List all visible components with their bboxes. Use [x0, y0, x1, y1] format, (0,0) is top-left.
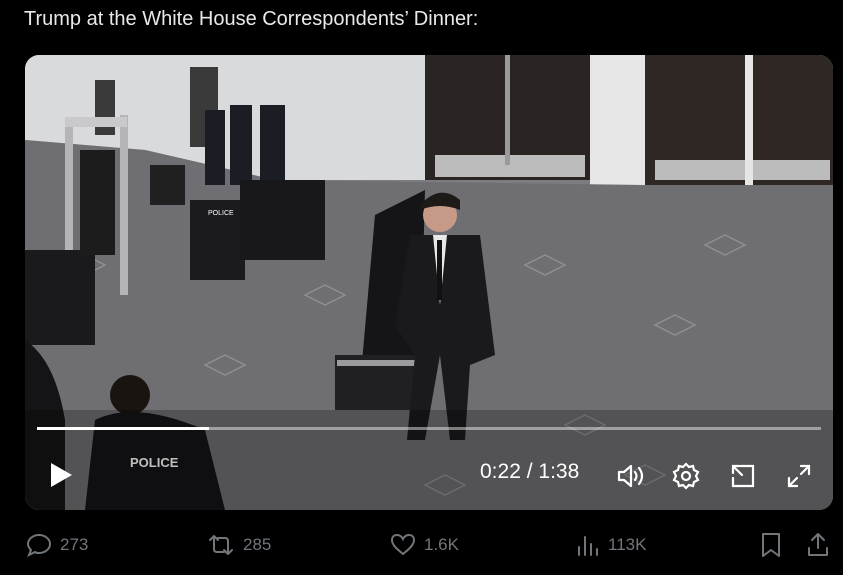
video-timestamp: 0:22 / 1:38	[480, 460, 579, 484]
like-button[interactable]: 1.6K	[390, 525, 459, 565]
share-icon	[808, 533, 828, 556]
repost-count: 285	[243, 535, 272, 554]
reply-icon	[26, 533, 52, 557]
bookmark-icon	[762, 533, 780, 557]
video-progress-fill	[37, 427, 210, 430]
views-count: 113K	[608, 535, 647, 554]
time-separator: /	[520, 460, 539, 483]
post-actions: 273 285 1.6K 113K	[0, 525, 843, 565]
views-button[interactable]: 113K	[576, 525, 646, 565]
picture-in-picture-button[interactable]	[725, 458, 761, 494]
video-player[interactable]: POLICE POLICE 0:22 / 1:38	[25, 55, 833, 510]
repost-button[interactable]: 285	[207, 525, 271, 565]
share-button[interactable]	[806, 525, 830, 565]
settings-icon	[672, 462, 700, 490]
repost-icon	[209, 535, 233, 555]
play-button[interactable]	[43, 455, 79, 495]
current-time: 0:22	[480, 460, 521, 483]
svg-text:POLICE: POLICE	[208, 210, 234, 217]
play-icon	[51, 463, 72, 487]
duration: 1:38	[538, 460, 580, 483]
reply-count: 273	[60, 535, 89, 554]
volume-icon	[617, 464, 644, 488]
fullscreen-button[interactable]	[781, 458, 817, 494]
reply-button[interactable]: 273	[26, 525, 88, 565]
heart-icon	[390, 533, 416, 556]
fullscreen-icon	[787, 464, 811, 488]
volume-button[interactable]	[613, 458, 649, 494]
settings-button[interactable]	[668, 458, 704, 494]
pip-icon	[731, 464, 755, 488]
views-icon	[578, 536, 598, 556]
post-text: Trump at the White House Correspondents’…	[24, 8, 479, 30]
like-count: 1.6K	[424, 535, 459, 554]
video-progress-bar[interactable]	[37, 427, 821, 430]
video-frame: POLICE POLICE	[25, 55, 833, 510]
bookmark-button[interactable]	[760, 525, 782, 565]
